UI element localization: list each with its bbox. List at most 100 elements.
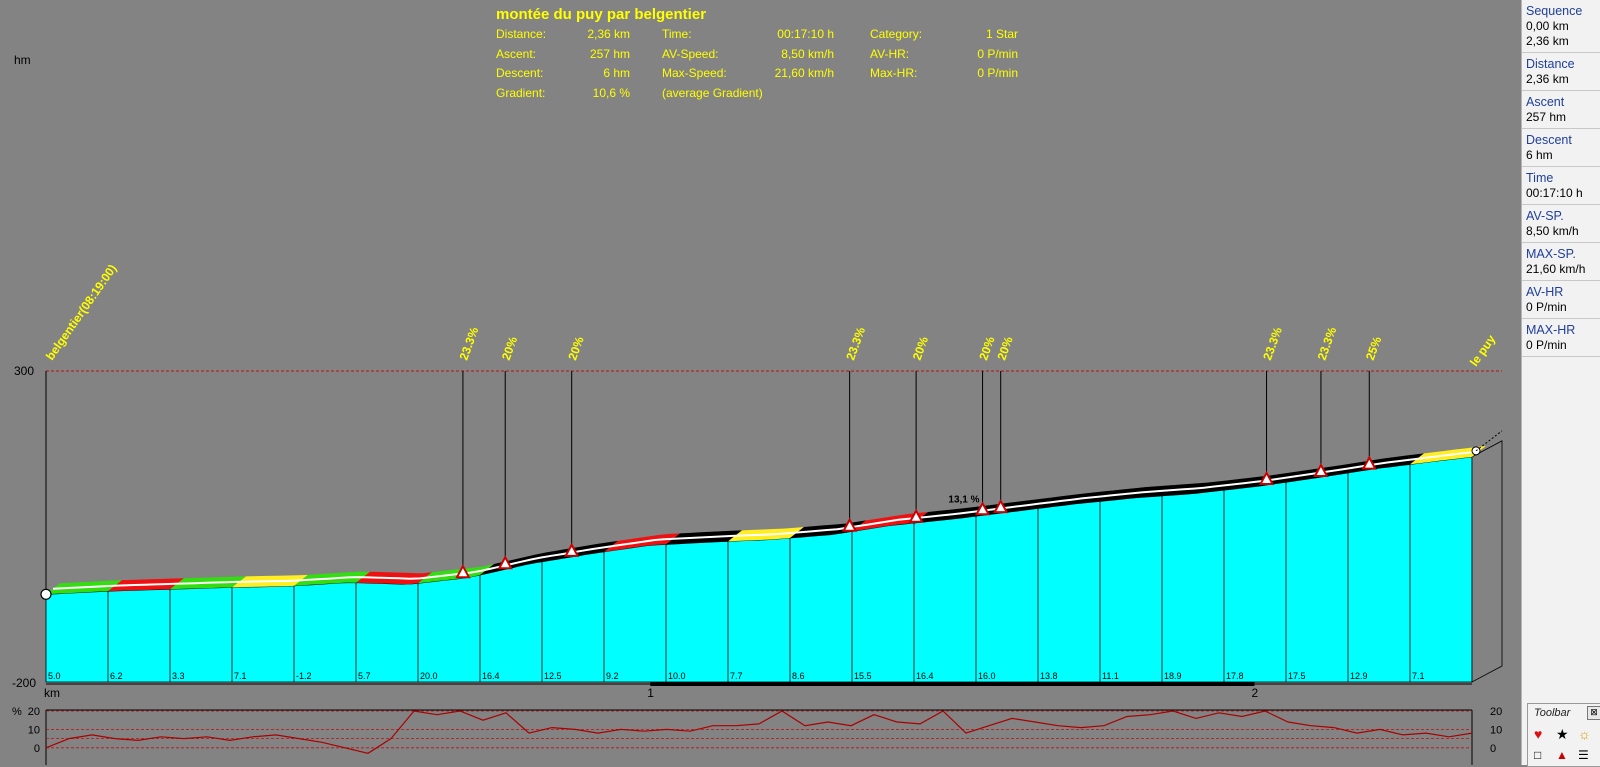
gradient-series-line bbox=[45, 710, 1473, 754]
warning-icon[interactable]: ▲ bbox=[1556, 748, 1578, 762]
steep-gradient-label: 20% bbox=[910, 334, 931, 362]
distance-value: 2,36 km bbox=[587, 27, 630, 41]
segment-gradient-label: 17.8 bbox=[1226, 671, 1244, 681]
sidebar-item-av-speed[interactable]: AV-SP. 8,50 km/h bbox=[1522, 205, 1600, 243]
sidebar-item-sequence[interactable]: Sequence 0,00 km 2,36 km bbox=[1522, 0, 1600, 53]
maxspeed-value: 21,60 km/h bbox=[774, 66, 834, 80]
finish-waypoint-label: le puy bbox=[1467, 332, 1499, 369]
close-icon[interactable]: ⊠ bbox=[1587, 706, 1600, 720]
camera-icon[interactable]: ★ bbox=[1556, 726, 1578, 743]
elevation-area bbox=[45, 456, 1473, 683]
avhr-label: AV-HR: bbox=[870, 46, 910, 61]
sidebar-item-time[interactable]: Time 00:17:10 h bbox=[1522, 167, 1600, 205]
sidebar-value: 0 P/min bbox=[1526, 338, 1567, 352]
segment-gradient-label: 3.3 bbox=[172, 671, 185, 681]
sidebar-value: 2,36 km bbox=[1526, 34, 1569, 48]
segment-gradient-label: 6.2 bbox=[110, 671, 123, 681]
start-waypoint-label: belgentier(08:19:00) bbox=[43, 262, 119, 363]
time-label: Time: bbox=[662, 27, 692, 41]
list-icon[interactable]: ☰ bbox=[1578, 748, 1600, 762]
category-value: 1 Star bbox=[985, 27, 1018, 41]
segment-gradient-label: 16.0 bbox=[978, 671, 996, 681]
sidebar-value: 8,50 km/h bbox=[1526, 224, 1579, 238]
y-axis-title: hm bbox=[14, 53, 31, 67]
sidebar-label: MAX-HR bbox=[1526, 323, 1576, 337]
x-axis-title: km bbox=[44, 686, 60, 700]
segment-gradient-label: 8.6 bbox=[792, 671, 805, 681]
steep-gradient-label: 23.3% bbox=[843, 325, 868, 362]
gradient-y-tick-right: 20 bbox=[1490, 706, 1502, 718]
sidebar-label: AV-SP. bbox=[1526, 209, 1564, 223]
steep-gradient-label: 23.3% bbox=[457, 325, 482, 362]
chart-title: montée du puy par belgentier bbox=[496, 6, 707, 23]
steep-gradient-label: 20% bbox=[499, 334, 520, 362]
time-value: 00:17:10 h bbox=[777, 27, 834, 41]
segment-gradient-label: 5.7 bbox=[358, 671, 371, 681]
gradient-annotation: 13,1 % bbox=[948, 494, 979, 505]
sidebar-value: 00:17:10 h bbox=[1526, 186, 1583, 200]
sidebar-label: Sequence bbox=[1526, 4, 1583, 18]
descent-label: Descent: bbox=[496, 66, 544, 80]
sidebar-value: 6 hm bbox=[1526, 148, 1553, 162]
heart-icon[interactable]: ♥ bbox=[1534, 726, 1556, 742]
maxspeed-label: Max-Speed: bbox=[662, 66, 727, 80]
steep-gradient-label: 23.3% bbox=[1315, 325, 1340, 362]
gradient-y-tick: 0 bbox=[34, 743, 40, 755]
avspeed-value: 8,50 km/h bbox=[781, 46, 834, 61]
sidebar-value: 0 P/min bbox=[1526, 300, 1567, 314]
sidebar-item-av-hr[interactable]: AV-HR 0 P/min bbox=[1522, 281, 1600, 319]
sidebar-item-descent[interactable]: Descent 6 hm bbox=[1522, 129, 1600, 167]
stats-sidebar: Sequence 0,00 km 2,36 km Distance 2,36 k… bbox=[1521, 0, 1600, 765]
elevation-profile-chart: hm 300 -200 5.0 6.2 3.3 7.1 -1.2 5.7 20.0 16.4 12.5… bbox=[12, 53, 1503, 765]
y-tick-label: -200 bbox=[12, 676, 36, 690]
sidebar-label: MAX-SP. bbox=[1526, 247, 1576, 261]
steep-gradient-label: 20% bbox=[994, 334, 1015, 362]
gradient-y-unit: % bbox=[12, 706, 22, 718]
segment-gradient-label: 13.8 bbox=[1040, 671, 1058, 681]
sidebar-item-distance[interactable]: Distance 2,36 km bbox=[1522, 53, 1600, 91]
ascent-value: 257 hm bbox=[589, 46, 630, 61]
sidebar-item-max-hr[interactable]: MAX-HR 0 P/min bbox=[1522, 319, 1600, 357]
average-gradient-note: (average Gradient) bbox=[662, 85, 763, 100]
segment-gradient-label: 7.1 bbox=[1412, 671, 1425, 681]
sidebar-label: Descent bbox=[1526, 133, 1572, 147]
gradient-value: 10,6 % bbox=[592, 85, 630, 100]
sidebar-label: Time bbox=[1526, 171, 1554, 185]
sidebar-item-ascent[interactable]: Ascent 257 hm bbox=[1522, 91, 1600, 129]
gradient-y-tick-right: 0 bbox=[1490, 743, 1496, 755]
ascent-label: Ascent: bbox=[496, 46, 537, 61]
avspeed-label: AV-Speed: bbox=[662, 46, 719, 61]
segment-gradient-label: -1.2 bbox=[296, 671, 312, 681]
segment-gradient-label: 20.0 bbox=[420, 671, 438, 681]
sidebar-item-max-speed[interactable]: MAX-SP. 21,60 km/h bbox=[1522, 243, 1600, 281]
start-clock-icon bbox=[40, 588, 52, 600]
segment-gradient-label: 16.4 bbox=[482, 671, 500, 681]
x-tick-label: 2 bbox=[1251, 686, 1258, 700]
sidebar-label: Ascent bbox=[1526, 95, 1565, 109]
x-tick-label: 1 bbox=[647, 686, 654, 700]
sidebar-label: Distance bbox=[1526, 57, 1575, 71]
maxhr-value: 0 P/min bbox=[977, 66, 1018, 80]
x-axis-km-bar bbox=[650, 682, 1255, 686]
segment-gradient-label: 9.2 bbox=[606, 671, 619, 681]
segment-gradient-label: 7.1 bbox=[234, 671, 247, 681]
sidebar-value: 0,00 km bbox=[1526, 19, 1569, 33]
sidebar-value: 2,36 km bbox=[1526, 72, 1569, 86]
sidebar-label: AV-HR bbox=[1526, 285, 1564, 299]
gradient-y-tick-right: 10 bbox=[1490, 724, 1502, 736]
descent-value: 6 hm bbox=[603, 66, 630, 80]
steep-gradient-label: 20% bbox=[565, 334, 586, 362]
avhr-value: 0 P/min bbox=[977, 46, 1018, 61]
segment-gradient-label: 12.9 bbox=[1350, 671, 1368, 681]
segment-gradient-label: 18.9 bbox=[1164, 671, 1182, 681]
sun-icon[interactable]: ☼ bbox=[1578, 726, 1600, 742]
maxhr-label: Max-HR: bbox=[870, 66, 918, 80]
segment-gradient-label: 7.7 bbox=[730, 671, 743, 681]
segment-gradient-label: 10.0 bbox=[668, 671, 686, 681]
segment-gradient-label: 12.5 bbox=[544, 671, 562, 681]
category-label: Category: bbox=[870, 27, 923, 41]
steep-gradient-label: 25% bbox=[1363, 334, 1384, 362]
shirt-icon[interactable]: □ bbox=[1534, 748, 1556, 762]
segment-gradient-label: 17.5 bbox=[1288, 671, 1306, 681]
gradient-y-tick: 20 bbox=[28, 706, 40, 718]
